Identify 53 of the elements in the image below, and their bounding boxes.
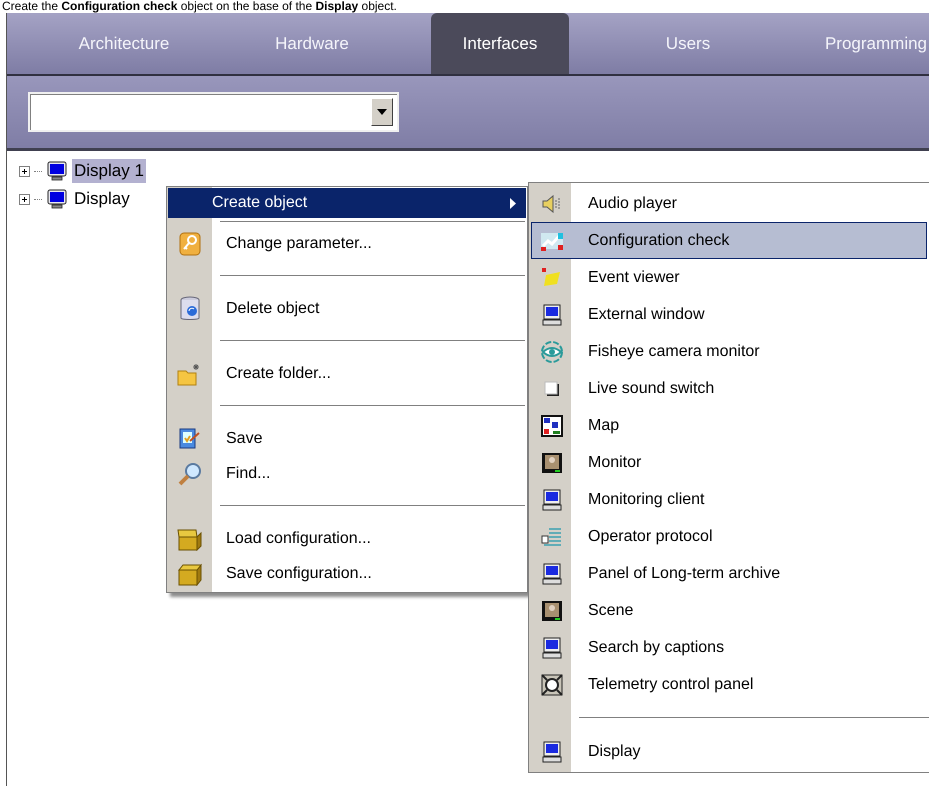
menu-item[interactable]: External window (531, 296, 927, 333)
search-icon (178, 462, 202, 486)
photo-icon (541, 452, 563, 474)
note-icon (541, 266, 563, 288)
dropdown-field[interactable] (28, 92, 399, 132)
menu-item[interactable]: Scene (531, 592, 927, 629)
menu-item[interactable]: Find... (168, 456, 526, 491)
menu-item[interactable]: Load configuration... (168, 521, 526, 556)
menu-item[interactable]: Map (531, 407, 927, 444)
menu-item[interactable]: Delete object (168, 291, 526, 326)
instruction-text: Create the Configuration check object on the base of the Display object. (1, 0, 398, 13)
tree-item[interactable]: Display 1 (72, 159, 146, 183)
tree-item[interactable]: Display (72, 187, 132, 211)
computer-icon (541, 636, 563, 658)
menu-item[interactable]: Create object (168, 188, 526, 218)
menu-item[interactable]: Event viewer (531, 259, 927, 296)
computer-icon (541, 488, 563, 510)
photo-icon (541, 600, 563, 622)
menu-item[interactable]: Monitor (531, 444, 927, 481)
menu-item[interactable]: Save (168, 421, 526, 456)
caret-icon (377, 109, 387, 115)
submenu-arrow-icon (510, 198, 516, 208)
monitor-icon (541, 740, 563, 762)
box-icon (177, 562, 203, 586)
open-box-icon (177, 526, 203, 550)
computer-icon (541, 562, 563, 584)
computer-icon (541, 304, 563, 326)
eye-icon (540, 340, 564, 362)
expand-icon[interactable] (19, 166, 30, 176)
tab[interactable]: Interfaces (431, 13, 569, 74)
menu-item[interactable]: Search by captions (531, 629, 927, 666)
bin-icon (179, 296, 201, 322)
menu-item[interactable]: Panel of Long-term archive (531, 555, 927, 592)
list-icon (541, 526, 563, 548)
menu-item[interactable]: Display (531, 733, 927, 770)
menu-item[interactable]: Live sound switch (531, 370, 927, 407)
menu-item[interactable]: Operator protocol (531, 518, 927, 555)
save-icon (178, 426, 202, 450)
menu-item[interactable]: Audio player (531, 185, 927, 222)
menu-item[interactable]: Change parameter... (168, 226, 526, 261)
menu-item[interactable]: Fisheye camera monitor (531, 333, 927, 370)
expand-icon[interactable] (19, 194, 30, 204)
dropdown-button[interactable] (371, 98, 393, 126)
menu-item[interactable]: Configuration check (531, 222, 927, 259)
monitor-icon (46, 161, 68, 181)
menu-item[interactable]: Monitoring client (531, 481, 927, 518)
menu-item[interactable]: Create folder... (168, 356, 526, 391)
map-icon (541, 414, 563, 436)
monitor-icon (46, 189, 68, 209)
menu-item[interactable]: Telemetry control panel (531, 666, 927, 703)
key-icon (179, 232, 201, 256)
frame-icon (541, 674, 563, 696)
menu-item[interactable]: Save configuration... (168, 556, 526, 591)
